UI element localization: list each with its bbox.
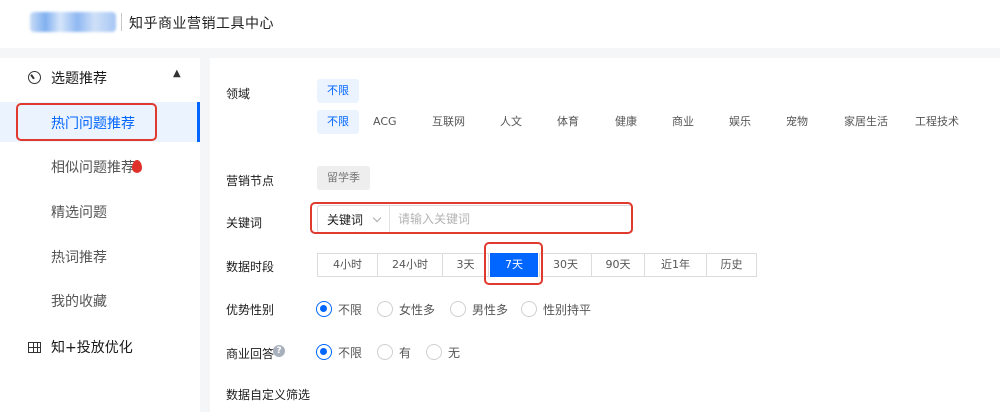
radio-label: 无 [448,346,461,360]
radio-label: 性别持平 [543,303,592,317]
domain-option[interactable]: 体育 [557,110,579,134]
header-divider [121,13,122,31]
top-header: 知乎商业营销工具中心 [0,0,1000,48]
filter-panel: 领域 不限 不限 ACG 互联网 人文 体育 健康 商业 娱乐 宠物 家居生活 … [210,58,1000,412]
radio-icon [377,344,393,360]
period-option-24h[interactable]: 24小时 [377,253,443,277]
sidebar-group-label: 选题推荐 [51,71,107,87]
marketing-node-label: 营销节点 [226,174,275,188]
sidebar-group-zhiplus[interactable]: 知+投放优化 [0,329,200,365]
keyword-label: 关键词 [226,216,263,230]
keyword-search-box: 关键词 [317,205,633,233]
period-option-1y[interactable]: 近1年 [644,253,707,277]
sidebar-group-topic-recommend[interactable]: 选题推荐 ▲ [0,58,200,98]
sidebar-item-favorites[interactable]: 我的收藏 [0,280,200,320]
radio-label: 男性多 [472,303,509,317]
commercial-radio-yes[interactable]: 有 [377,343,417,361]
keyword-input[interactable] [398,209,623,229]
sidebar-item-label: 热门问题推荐 [51,116,135,132]
gender-radio-male[interactable]: 男性多 [450,300,514,318]
brand-logo[interactable] [30,12,116,32]
domain-option[interactable]: 商业 [672,110,694,134]
sidebar-item-hot-questions[interactable]: 热门问题推荐 [0,102,200,142]
marketing-node-tag[interactable]: 留学季 [317,166,370,190]
domain-option[interactable]: 人文 [500,110,522,134]
keyword-type-value: 关键词 [327,213,364,227]
radio-label: 不限 [338,346,363,360]
keyword-type-select[interactable]: 关键词 [318,206,390,232]
sidebar-item-featured-questions[interactable]: 精选问题 [0,191,200,231]
custom-filter-label: 数据自定义筛选 [226,388,311,402]
domain-label: 领域 [226,87,251,101]
sidebar-item-label: 相似问题推荐 [51,160,135,176]
gender-label: 优势性别 [226,303,275,317]
sidebar-item-label: 我的收藏 [51,294,107,310]
radio-selected-icon [316,344,332,360]
commercial-label: 商业回答 [226,347,275,361]
grid-icon [28,342,41,353]
period-option-history[interactable]: 历史 [706,253,757,277]
radio-icon [377,301,393,317]
domain-option[interactable]: 互联网 [432,110,465,134]
domain-option[interactable]: 工程技术 [915,110,959,134]
domain-option[interactable]: 宠物 [786,110,808,134]
period-label: 数据时段 [226,260,275,274]
header-title: 知乎商业营销工具中心 [129,16,274,32]
domain-option[interactable]: 家居生活 [844,110,888,134]
chevron-down-icon [372,213,382,223]
radio-icon [450,301,466,317]
sidebar-item-label: 精选问题 [51,205,107,221]
radio-label: 不限 [338,303,363,317]
period-option-90d[interactable]: 90天 [591,253,645,277]
fire-icon [132,160,142,173]
sidebar-item-hot-words[interactable]: 热词推荐 [0,236,200,276]
gender-radio-female[interactable]: 女性多 [377,300,441,318]
radio-selected-icon [316,301,332,317]
domain-option-all[interactable]: 不限 [317,110,359,134]
domain-all-top-tag[interactable]: 不限 [317,79,359,103]
help-icon[interactable]: ? [273,345,285,357]
period-option-4h[interactable]: 4小时 [317,253,378,277]
gender-radio-all[interactable]: 不限 [316,300,372,318]
chevron-up-icon: ▲ [173,68,181,79]
sidebar-item-label: 热词推荐 [51,250,107,266]
sidebar-group-label: 知+投放优化 [51,340,133,356]
sidebar: 选题推荐 ▲ 热门问题推荐 相似问题推荐 精选问题 热词推荐 我的收藏 知+投放… [0,58,200,412]
period-option-7d[interactable]: 7天 [490,253,538,277]
radio-icon [521,301,537,317]
domain-option[interactable]: ACG [373,110,397,134]
period-option-30d[interactable]: 30天 [539,253,592,277]
commercial-radio-no[interactable]: 无 [426,343,466,361]
dashboard-icon [28,71,41,84]
period-option-3d[interactable]: 3天 [442,253,489,277]
commercial-radio-all[interactable]: 不限 [316,343,372,361]
radio-icon [426,344,442,360]
radio-label: 女性多 [399,303,436,317]
sidebar-item-similar-questions[interactable]: 相似问题推荐 [0,146,200,186]
gender-radio-equal[interactable]: 性别持平 [521,300,601,318]
domain-option[interactable]: 健康 [615,110,637,134]
radio-label: 有 [399,346,412,360]
domain-option[interactable]: 娱乐 [729,110,751,134]
